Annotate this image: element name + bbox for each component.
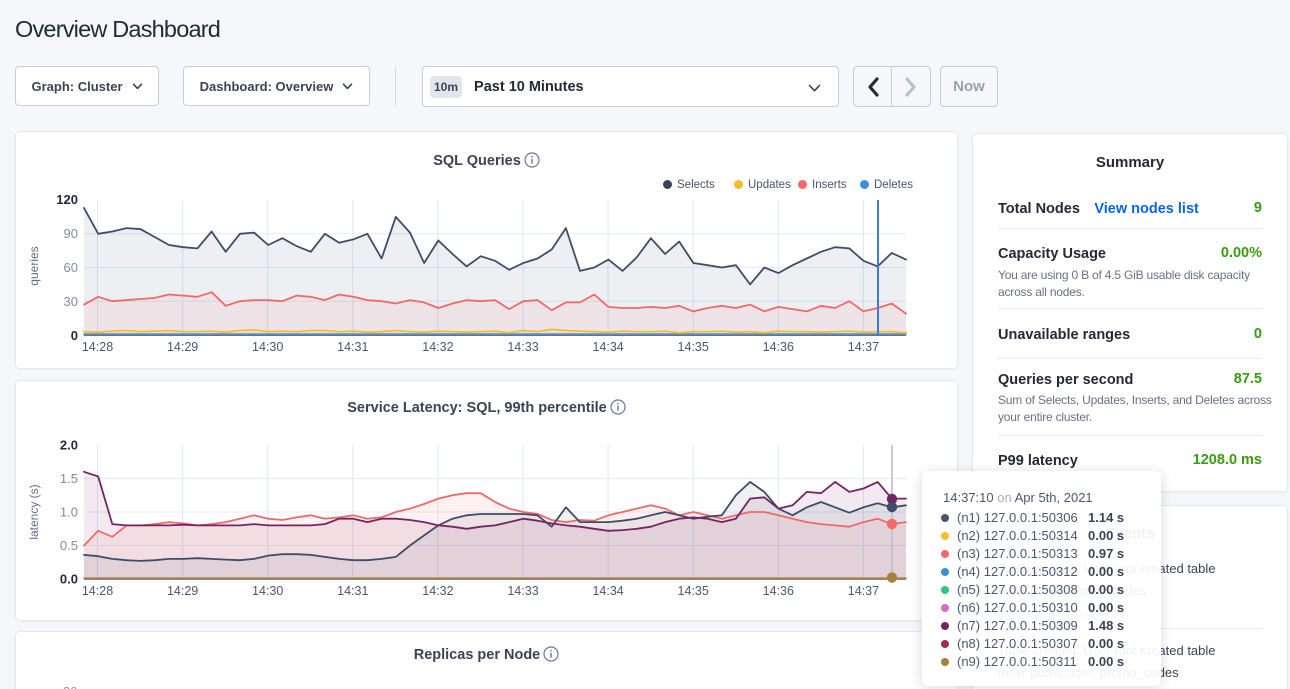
svg-text:120: 120 xyxy=(56,192,78,207)
svg-text:14:28: 14:28 xyxy=(82,584,113,598)
svg-text:14:36: 14:36 xyxy=(763,584,794,598)
svg-text:14:35: 14:35 xyxy=(678,340,709,354)
svg-text:14:29: 14:29 xyxy=(167,340,198,354)
svg-text:latency (s): latency (s) xyxy=(27,484,41,539)
svg-text:14:34: 14:34 xyxy=(592,340,623,354)
svg-text:14:37: 14:37 xyxy=(848,340,879,354)
svg-text:14:29: 14:29 xyxy=(167,584,198,598)
svg-text:90: 90 xyxy=(64,226,78,241)
svg-text:1.5: 1.5 xyxy=(60,471,78,486)
svg-text:0.5: 0.5 xyxy=(60,538,78,553)
svg-text:14:28: 14:28 xyxy=(82,340,113,354)
svg-text:60: 60 xyxy=(64,260,78,275)
svg-text:30: 30 xyxy=(64,294,78,309)
svg-text:14:37: 14:37 xyxy=(848,584,879,598)
svg-text:queries: queries xyxy=(27,246,41,285)
svg-text:0.0: 0.0 xyxy=(60,572,78,587)
svg-text:14:36: 14:36 xyxy=(763,340,794,354)
svg-text:14:34: 14:34 xyxy=(592,584,623,598)
svg-text:14:31: 14:31 xyxy=(337,340,368,354)
svg-text:14:30: 14:30 xyxy=(252,340,283,354)
svg-text:14:35: 14:35 xyxy=(678,584,709,598)
svg-text:14:30: 14:30 xyxy=(252,584,283,598)
svg-text:1.0: 1.0 xyxy=(60,505,78,520)
svg-text:14:31: 14:31 xyxy=(337,584,368,598)
svg-text:14:32: 14:32 xyxy=(422,584,453,598)
svg-text:0: 0 xyxy=(71,328,78,343)
svg-text:2.0: 2.0 xyxy=(60,438,78,453)
svg-text:14:33: 14:33 xyxy=(507,584,538,598)
svg-text:14:32: 14:32 xyxy=(422,340,453,354)
svg-text:14:33: 14:33 xyxy=(507,340,538,354)
